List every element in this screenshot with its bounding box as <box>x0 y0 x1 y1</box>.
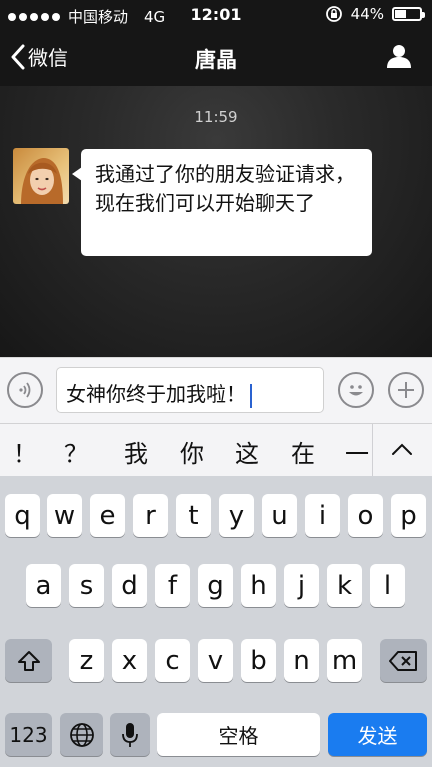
key-m[interactable]: m <box>327 639 362 682</box>
collapse-chevron-icon[interactable] <box>390 441 414 457</box>
voice-icon <box>19 382 31 398</box>
candidate-item[interactable]: 在 <box>291 434 315 469</box>
candidate-item[interactable]: 你 <box>180 434 204 469</box>
candidate-item[interactable]: 这 <box>235 434 259 469</box>
message-timestamp: 11:59 <box>194 108 238 126</box>
emoji-button[interactable] <box>338 372 374 408</box>
navigation-bar: 微信 唐晶 <box>0 30 432 86</box>
microphone-key[interactable] <box>110 713 150 756</box>
key-a[interactable]: a <box>26 564 61 607</box>
chat-area: 11:59 我通过了你的朋友验证请求，现在我们可以开始聊天了 <box>0 86 432 357</box>
emoji-icon <box>349 385 363 396</box>
voice-button[interactable] <box>7 372 43 408</box>
message-input-text: 女神你终于加我啦！ <box>66 382 246 406</box>
shift-icon <box>17 650 40 671</box>
candidate-divider <box>372 424 373 477</box>
key-d[interactable]: d <box>112 564 147 607</box>
battery-percent: 44% <box>350 5 384 23</box>
key-j[interactable]: j <box>284 564 319 607</box>
battery-icon <box>392 7 425 21</box>
key-l[interactable]: l <box>370 564 405 607</box>
status-bar: 中国移动 4G 12:01 44% <box>0 0 432 30</box>
microphone-icon <box>122 722 138 747</box>
globe-key[interactable] <box>60 713 103 756</box>
key-r[interactable]: r <box>133 494 168 537</box>
send-key[interactable]: 发送 <box>328 713 427 756</box>
key-c[interactable]: c <box>155 639 190 682</box>
candidate-bar: ！ ？ 我 你 这 在 一 <box>0 423 432 477</box>
key-s[interactable]: s <box>69 564 104 607</box>
key-k[interactable]: k <box>327 564 362 607</box>
key-x[interactable]: x <box>112 639 147 682</box>
battery-fill <box>395 10 406 18</box>
candidate-item[interactable]: 我 <box>124 434 148 469</box>
backspace-icon <box>388 650 417 671</box>
numbers-key[interactable]: 123 <box>5 713 52 756</box>
keyboard: q w e r t y u i o p a s d f g h j k l z … <box>0 476 432 767</box>
key-f[interactable]: f <box>155 564 190 607</box>
key-t[interactable]: t <box>176 494 211 537</box>
key-z[interactable]: z <box>69 639 104 682</box>
globe-icon <box>69 722 94 747</box>
key-w[interactable]: w <box>47 494 82 537</box>
key-i[interactable]: i <box>305 494 340 537</box>
contact-avatar[interactable] <box>13 148 69 204</box>
shift-key[interactable] <box>5 639 52 682</box>
key-o[interactable]: o <box>348 494 383 537</box>
candidate-item[interactable]: ！ <box>13 434 37 469</box>
key-u[interactable]: u <box>262 494 297 537</box>
profile-icon[interactable] <box>386 43 412 69</box>
key-q[interactable]: q <box>5 494 40 537</box>
status-right: 44% <box>325 5 425 23</box>
candidate-item[interactable]: 一 <box>345 434 369 469</box>
input-bar: 女神你终于加我啦！ <box>0 357 432 423</box>
key-g[interactable]: g <box>198 564 233 607</box>
key-n[interactable]: n <box>284 639 319 682</box>
avatar-portrait <box>21 158 63 204</box>
key-b[interactable]: b <box>241 639 276 682</box>
key-y[interactable]: y <box>219 494 254 537</box>
more-button[interactable] <box>388 372 424 408</box>
key-v[interactable]: v <box>198 639 233 682</box>
lock-rotation-icon <box>325 6 342 22</box>
text-caret <box>250 383 252 408</box>
space-key[interactable]: 空格 <box>157 713 320 756</box>
chat-title: 唐晶 <box>195 48 237 72</box>
plus-icon <box>398 382 414 398</box>
candidate-item[interactable]: ？ <box>64 434 88 469</box>
backspace-key[interactable] <box>380 639 427 682</box>
key-p[interactable]: p <box>391 494 426 537</box>
key-e[interactable]: e <box>90 494 125 537</box>
key-h[interactable]: h <box>241 564 276 607</box>
message-bubble[interactable]: 我通过了你的朋友验证请求，现在我们可以开始聊天了 <box>72 149 372 256</box>
message-input[interactable]: 女神你终于加我啦！ <box>56 367 324 413</box>
